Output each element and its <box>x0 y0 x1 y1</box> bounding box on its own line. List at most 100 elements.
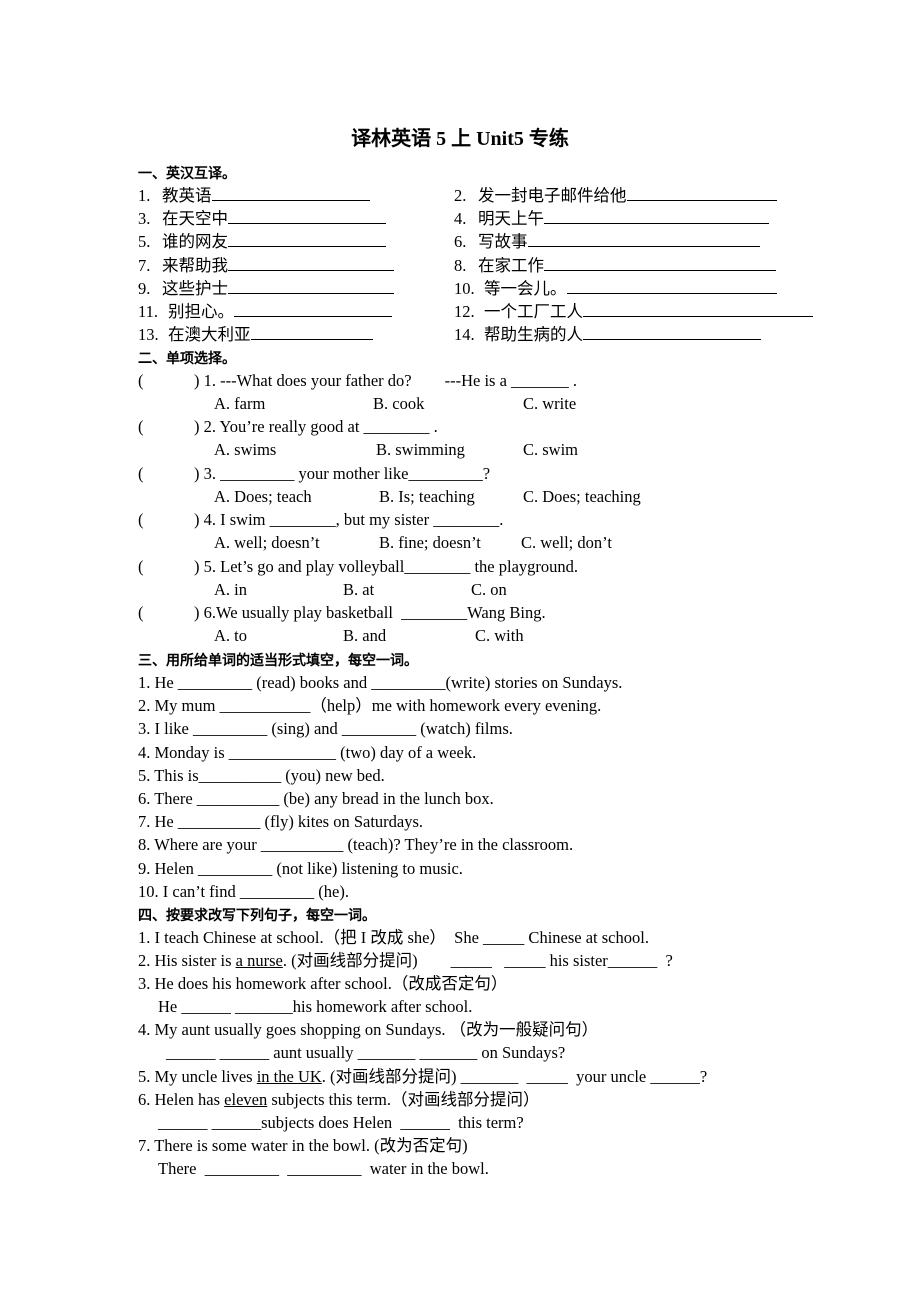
option-b[interactable]: B. and <box>343 626 386 646</box>
translation-item: 14. 帮助生病的人 <box>454 324 761 345</box>
s4-q6: 6. Helen has eleven subjects this term.（… <box>138 1090 539 1110</box>
s4-q2-underlined: a nurse <box>235 951 283 970</box>
s4-q3-answer: He ______ _______his homework after scho… <box>158 997 473 1016</box>
item-text: 在澳大利亚 <box>168 325 251 345</box>
answer-blank[interactable] <box>583 324 761 341</box>
item-number: 4. <box>454 209 467 229</box>
translation-item: 13. 在澳大利亚 <box>138 324 373 345</box>
page-title: 译林英语 5 上 Unit5 专练 <box>351 128 569 150</box>
item-text: 谁的网友 <box>162 232 228 252</box>
item-text: 别担心。 <box>168 302 234 321</box>
s4-q7-answer: There _________ _________ water in the b… <box>158 1159 489 1178</box>
answer-bracket[interactable]: ( <box>138 510 194 530</box>
item-text: 写故事 <box>478 232 528 252</box>
item-text: 来帮助我 <box>162 255 228 275</box>
fill-in-item: 9. Helen _________ (not like) listening … <box>138 858 463 878</box>
option-b[interactable]: B. fine; doesn’t <box>379 533 481 553</box>
option-a[interactable]: A. well; doesn’t <box>214 533 320 553</box>
answer-bracket[interactable]: ( <box>138 371 194 391</box>
translation-item: 4. 明天上午 <box>454 208 769 229</box>
answer-blank[interactable] <box>228 231 386 248</box>
mc-question: () 1. ---What does your father do? ---He… <box>138 371 577 391</box>
mc-question: () 6.We usually play basketball ________… <box>138 603 546 623</box>
translation-item: 12. 一个工厂工人 <box>454 301 813 322</box>
answer-bracket[interactable]: ( <box>138 464 194 484</box>
option-c[interactable]: C. on <box>471 580 507 600</box>
s4-q4-answer: ______ ______ aunt usually _______ _____… <box>166 1043 566 1062</box>
s4-q7: 7. There is some water in the bowl. (改为否… <box>138 1136 468 1155</box>
answer-bracket[interactable]: ( <box>138 557 194 577</box>
answer-blank[interactable] <box>234 301 392 317</box>
item-number: 8. <box>454 255 467 275</box>
section4-heading: 四、按要求改写下列句子，每空一词。 <box>138 908 376 924</box>
mc-question: () 2. You’re really good at ________ . <box>138 417 438 437</box>
item-number: 9. <box>138 278 151 298</box>
answer-blank[interactable] <box>211 185 370 201</box>
item-text: 在家工作 <box>478 255 544 275</box>
option-a[interactable]: A. to <box>214 626 247 646</box>
item-text: 等一会儿。 <box>484 278 567 298</box>
option-c[interactable]: C. write <box>523 394 576 414</box>
translation-item: 11. 别担心。 <box>138 301 392 322</box>
option-c[interactable]: C. with <box>475 626 524 646</box>
translation-item: 8. 在家工作 <box>454 255 776 276</box>
item-text: 明天上午 <box>478 209 544 229</box>
answer-blank[interactable] <box>544 255 776 271</box>
fill-in-item: 8. Where are your __________ (teach)? Th… <box>138 835 574 855</box>
answer-bracket[interactable]: ( <box>138 603 194 623</box>
s4-q5-post: . (对画线部分提问) _______ _____ your uncle ___… <box>321 1067 708 1086</box>
item-number: 11. <box>138 302 159 321</box>
item-number: 1. <box>138 186 151 205</box>
item-text: 帮助生病的人 <box>484 325 583 345</box>
section3-heading: 三、用所给单词的适当形式填空，每空一词。 <box>138 653 418 669</box>
s4-q6-pre: 6. Helen has <box>138 1090 225 1109</box>
option-b[interactable]: B. swimming <box>376 440 465 460</box>
s4-q6-underlined: eleven <box>224 1090 268 1109</box>
answer-bracket[interactable]: ( <box>138 417 194 437</box>
item-text: 一个工厂工人 <box>484 302 583 321</box>
answer-blank[interactable] <box>626 185 777 201</box>
s4-q5: 5. My uncle lives in the UK. (对画线部分提问) _… <box>138 1067 707 1087</box>
question-stem: ) 4. I swim ________, but my sister ____… <box>194 510 504 530</box>
s4-q6-post: subjects this term.（对画线部分提问） <box>267 1090 540 1109</box>
s4-q2: 2. His sister is a nurse. (对画线部分提问) ____… <box>138 951 673 971</box>
answer-blank[interactable] <box>566 278 777 294</box>
option-a[interactable]: A. in <box>214 580 247 600</box>
option-b[interactable]: B. cook <box>373 394 424 414</box>
s4-q2-post: . (对画线部分提问) _____ _____ his sister______… <box>282 951 673 970</box>
answer-blank[interactable] <box>527 231 760 248</box>
item-number: 7. <box>138 255 151 275</box>
question-stem: ) 1. ---What does your father do? ---He … <box>194 371 578 390</box>
item-text: 教英语 <box>162 186 212 205</box>
answer-blank[interactable] <box>228 278 394 294</box>
question-stem: ) 5. Let’s go and play volleyball_______… <box>194 556 579 576</box>
section1-heading: 一、英汉互译。 <box>138 166 236 182</box>
answer-blank[interactable] <box>544 208 769 225</box>
answer-blank[interactable] <box>228 255 394 271</box>
option-a[interactable]: A. Does; teach <box>214 487 312 507</box>
translation-item: 5. 谁的网友 <box>138 231 386 252</box>
question-stem: ) 3. _________ your mother like_________… <box>194 463 491 483</box>
item-number: 2. <box>454 186 467 205</box>
answer-blank[interactable] <box>583 301 813 317</box>
item-text: 发一封电子邮件给他 <box>478 186 627 205</box>
fill-in-item: 2. My mum ___________（help）me with homew… <box>138 696 602 716</box>
option-a[interactable]: A. farm <box>214 394 265 414</box>
option-a[interactable]: A. swims <box>214 440 276 460</box>
option-b[interactable]: B. at <box>343 580 374 600</box>
s4-q5-underlined: in the UK <box>256 1067 322 1086</box>
option-c[interactable]: C. well; don’t <box>521 533 612 553</box>
translation-item: 9. 这些护士 <box>138 278 394 299</box>
s4-q1: 1. I teach Chinese at school.（把 I 改成 she… <box>138 928 649 947</box>
translation-item: 7. 来帮助我 <box>138 255 394 276</box>
mc-question: () 3. _________ your mother like________… <box>138 464 490 484</box>
s4-q2-pre: 2. His sister is <box>138 951 236 970</box>
fill-in-item: 5. This is__________ (you) new bed. <box>138 765 385 785</box>
option-b[interactable]: B. Is; teaching <box>379 487 475 507</box>
fill-in-item: 3. I like _________ (sing) and _________… <box>138 719 513 739</box>
answer-blank[interactable] <box>228 208 386 225</box>
option-c[interactable]: C. swim <box>523 440 578 460</box>
option-c[interactable]: C. Does; teaching <box>523 487 641 507</box>
answer-blank[interactable] <box>250 324 373 341</box>
s4-q5-pre: 5. My uncle lives <box>138 1067 257 1086</box>
